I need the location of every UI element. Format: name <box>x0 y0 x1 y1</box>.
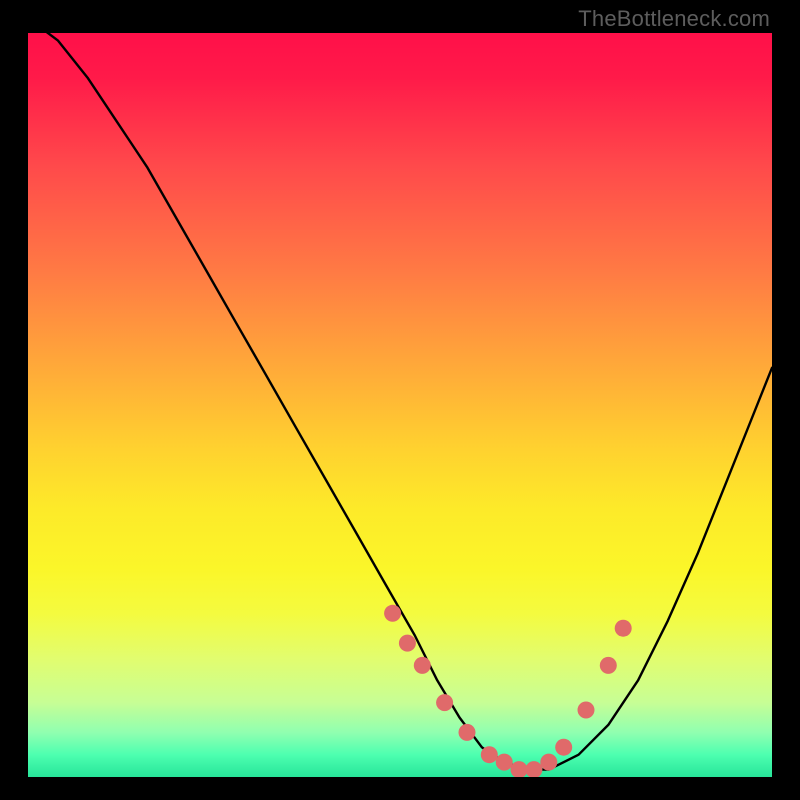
chart-plot-area <box>28 33 772 777</box>
threshold-dot <box>540 754 557 771</box>
threshold-dot <box>436 694 453 711</box>
attribution-text: TheBottleneck.com <box>578 6 770 32</box>
chart-svg <box>28 33 772 777</box>
threshold-dot <box>459 724 476 741</box>
threshold-dot <box>481 746 498 763</box>
threshold-dot <box>525 761 542 777</box>
threshold-dot <box>578 702 595 719</box>
bottleneck-curve <box>28 33 772 770</box>
threshold-dot <box>555 739 572 756</box>
threshold-dot <box>414 657 431 674</box>
threshold-dot <box>615 620 632 637</box>
threshold-dot <box>399 635 416 652</box>
threshold-dot <box>384 605 401 622</box>
threshold-dot <box>511 761 528 777</box>
threshold-dot <box>600 657 617 674</box>
threshold-dot <box>496 754 513 771</box>
